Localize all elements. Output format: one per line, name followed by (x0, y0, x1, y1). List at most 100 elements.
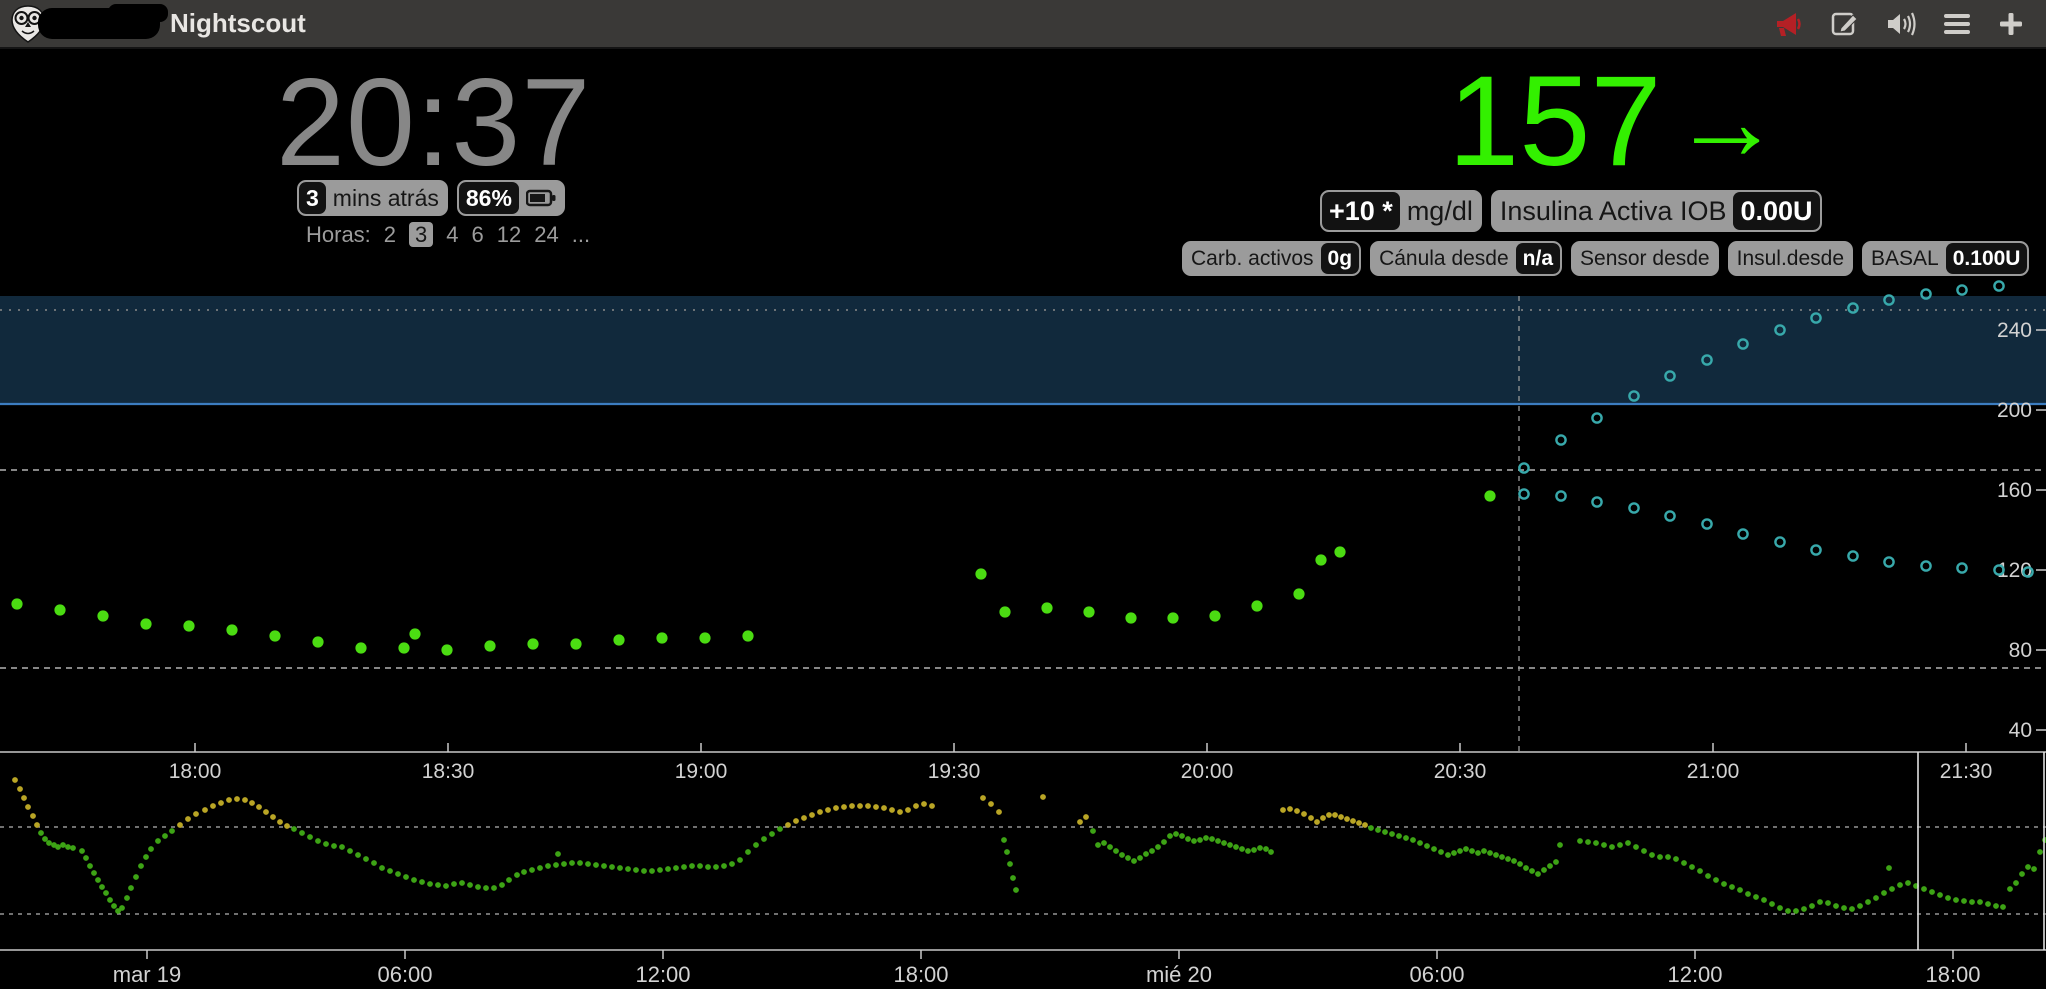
cgm-dot[interactable] (1125, 612, 1136, 623)
hours-option-2[interactable]: 2 (384, 222, 396, 247)
context-dot (1993, 903, 1999, 909)
context-dot (1886, 865, 1892, 871)
cgm-dot[interactable] (226, 624, 237, 635)
insulin-age-pill[interactable]: Insul.desde (1728, 241, 1853, 276)
current-bg[interactable]: 157 → (1448, 48, 1776, 195)
context-dot (665, 866, 671, 872)
context-dot (1344, 816, 1350, 822)
cgm-dot[interactable] (975, 568, 986, 579)
context-dot (1119, 852, 1125, 858)
cgm-dot[interactable] (484, 640, 495, 651)
predicted-dot-lower (1702, 519, 1711, 528)
context-dot (475, 884, 481, 890)
context-dot (1841, 905, 1847, 911)
hours-option-12[interactable]: 12 (497, 222, 521, 247)
cgm-dot[interactable] (355, 642, 366, 653)
context-dot (347, 848, 353, 854)
cgm-dot[interactable] (1167, 612, 1178, 623)
cgm-dot[interactable] (1334, 546, 1345, 557)
context-dot (593, 862, 599, 868)
edit-icon[interactable] (1831, 10, 1859, 38)
cgm-dot[interactable] (527, 638, 538, 649)
carbs-pill[interactable]: Carb. activos 0g (1182, 241, 1361, 276)
context-dot (1356, 820, 1362, 826)
cgm-dot[interactable] (441, 644, 452, 655)
context-dot (745, 849, 751, 855)
cgm-dot[interactable] (54, 604, 65, 615)
menu-icon[interactable] (1943, 13, 1971, 35)
hours-option-24[interactable]: 24 (534, 222, 558, 247)
context-dot (1137, 855, 1143, 861)
cgm-dot[interactable] (97, 610, 108, 621)
context-dot (403, 874, 409, 880)
cgm-dot[interactable] (656, 632, 667, 643)
context-dot (1197, 837, 1203, 843)
context-dot (1769, 901, 1775, 907)
delta-pill[interactable]: +10 * mg/dl (1320, 190, 1482, 232)
cgm-dot[interactable] (1315, 554, 1326, 565)
announcement-icon[interactable] (1774, 10, 1804, 38)
basal-pill[interactable]: BASAL 0.100U (1862, 241, 2029, 276)
context-dot (1609, 844, 1615, 850)
plus-icon[interactable] (1998, 11, 2024, 37)
iob-pill[interactable]: Insulina Activa IOB 0.00U (1491, 190, 1822, 232)
speaker-icon[interactable] (1886, 11, 1916, 37)
context-dot (617, 865, 623, 871)
cgm-dot[interactable] (1083, 606, 1094, 617)
context-dot (555, 851, 561, 857)
context-dot (1463, 846, 1469, 852)
context-dot (1004, 849, 1010, 855)
hours-option-3[interactable]: 3 (409, 222, 433, 247)
cgm-dot[interactable] (1251, 600, 1262, 611)
cgm-dot[interactable] (999, 606, 1010, 617)
predicted-dot-lower (1957, 563, 1966, 572)
context-dot (1173, 831, 1179, 837)
context-dot (1445, 852, 1451, 858)
predicted-dot-upper (1519, 463, 1528, 472)
sensor-pill[interactable]: Sensor desde (1571, 241, 1719, 276)
cgm-dot[interactable] (183, 620, 194, 631)
cgm-dot[interactable] (570, 638, 581, 649)
context-dot (1625, 840, 1631, 846)
cgm-dot[interactable] (1209, 610, 1220, 621)
cgm-dot[interactable] (312, 636, 323, 647)
cgm-dot[interactable] (613, 634, 624, 645)
context-dot (1287, 806, 1293, 812)
cgm-dot[interactable] (11, 598, 22, 609)
context-dot (753, 842, 759, 848)
hours-option-6[interactable]: 6 (472, 222, 484, 247)
cgm-dot[interactable] (140, 618, 151, 629)
context-dot (1897, 882, 1903, 888)
predicted-dot-lower (1592, 497, 1601, 506)
context-dot (1541, 867, 1547, 873)
battery-badge[interactable]: 86% (457, 180, 565, 216)
cgm-dot[interactable] (699, 632, 710, 643)
predicted-dot-lower (1519, 489, 1528, 498)
context-dot (929, 803, 935, 809)
cgm-dot[interactable] (1293, 588, 1304, 599)
context-dot (1487, 850, 1493, 856)
context-dot (103, 890, 109, 896)
cgm-dot[interactable] (398, 642, 409, 653)
cgm-dot[interactable] (1484, 490, 1495, 501)
hours-option-[interactable]: ... (572, 222, 590, 247)
context-dot (833, 805, 839, 811)
cgm-dot[interactable] (1041, 602, 1052, 613)
context-dot (721, 863, 727, 869)
app-title: Nightscout (170, 0, 306, 47)
cgm-dot[interactable] (409, 628, 420, 639)
minutes-ago-badge[interactable]: 3 mins atrás (297, 180, 448, 216)
context-dot (1457, 848, 1463, 854)
title-bar: Nightscout (0, 0, 2046, 49)
cgm-dot[interactable] (269, 630, 280, 641)
hours-option-4[interactable]: 4 (446, 222, 458, 247)
context-dot (553, 862, 559, 868)
context-dot (155, 838, 161, 844)
context-dot (119, 905, 125, 911)
cgm-dot[interactable] (742, 630, 753, 641)
context-dot (177, 822, 183, 828)
context-dot (395, 871, 401, 877)
predicted-dot-lower (1738, 529, 1747, 538)
cannula-pill[interactable]: Cánula desde n/a (1370, 241, 1562, 276)
predicted-dot-lower (1884, 557, 1893, 566)
